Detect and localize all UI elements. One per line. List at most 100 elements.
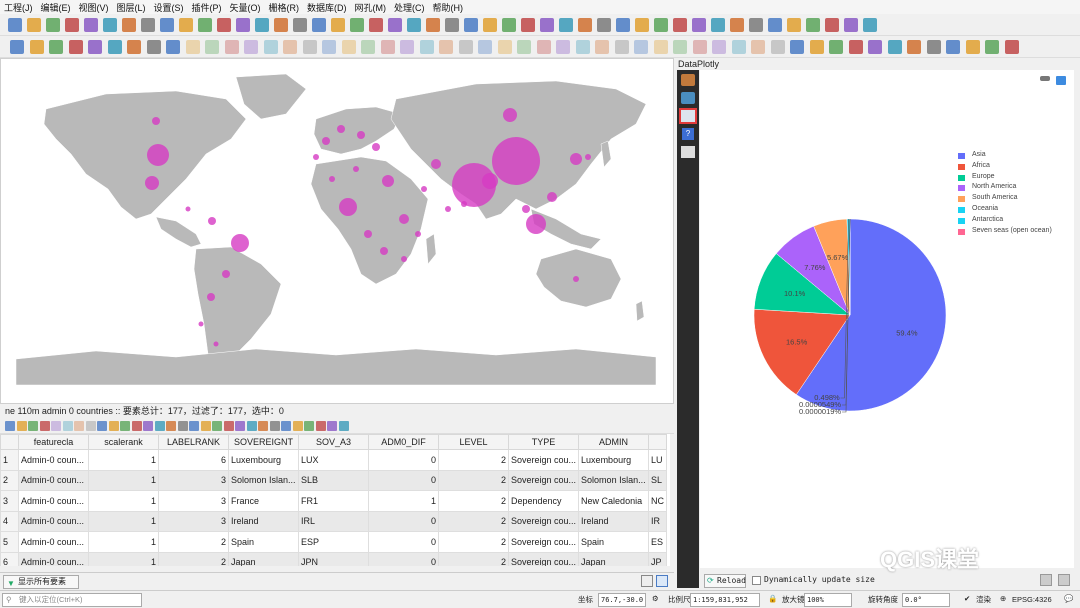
tb2-tool-icon[interactable]	[575, 40, 590, 54]
tb1-tool-icon[interactable]	[122, 18, 136, 32]
menu-item-1[interactable]: 编辑(E)	[41, 1, 71, 14]
table-cell[interactable]: Dependency	[507, 490, 580, 512]
tb1-tool-icon[interactable]	[711, 18, 725, 32]
tb2-tool-icon[interactable]	[10, 40, 24, 54]
row-index[interactable]: 5	[0, 531, 19, 553]
column-header[interactable]: featurecla	[18, 434, 89, 450]
table-cell[interactable]: 2	[158, 531, 229, 553]
coordinate-field[interactable]: 76.7,-30.0	[598, 593, 646, 607]
show-all-features-button[interactable]: ▼ 显示所有要素	[3, 575, 79, 589]
tb1-tool-icon[interactable]	[217, 18, 231, 32]
table-cell[interactable]: 2	[438, 510, 509, 532]
legend-swatch[interactable]	[958, 163, 965, 170]
table-cell[interactable]: SLB	[298, 469, 369, 491]
tb2-tool-icon[interactable]	[712, 40, 726, 54]
attribute-tool-icon[interactable]	[235, 421, 245, 431]
row-index[interactable]: 2	[0, 469, 19, 491]
tb2-tool-icon[interactable]	[341, 40, 356, 54]
dynamic-size-checkbox[interactable]	[752, 576, 761, 585]
attribute-tool-icon[interactable]	[177, 421, 188, 431]
tb2-tool-icon[interactable]	[790, 40, 804, 54]
table-cell[interactable]: FR1	[298, 490, 369, 512]
tb1-tool-icon[interactable]	[787, 18, 801, 32]
tb2-tool-icon[interactable]	[634, 40, 648, 54]
legend-label[interactable]: Seven seas (open ocean)	[972, 227, 1052, 234]
tb2-tool-icon[interactable]	[185, 40, 200, 54]
table-cell[interactable]: 1	[88, 490, 159, 512]
table-cell[interactable]: 2	[158, 551, 229, 566]
table-cell[interactable]: NC	[648, 490, 668, 512]
table-row[interactable]: 5 Admin-0 coun... 1 2 Spain ESP 0 2 Sovereign co…	[0, 531, 668, 553]
column-header[interactable]: scalerank	[88, 434, 159, 450]
tb2-tool-icon[interactable]	[1004, 40, 1019, 54]
row-index[interactable]: 4	[0, 510, 19, 532]
crs-icon[interactable]: ⊕	[1000, 594, 1006, 603]
table-cell[interactable]: 3	[158, 510, 229, 532]
form-view-button[interactable]	[641, 575, 653, 587]
tb2-tool-icon[interactable]	[322, 40, 336, 54]
menu-item-4[interactable]: 设置(S)	[154, 1, 184, 14]
table-cell[interactable]: LUX	[298, 449, 369, 471]
locator-search-input[interactable]: ⚲ 键入以定位(Ctrl+K)	[2, 593, 142, 607]
render-checkbox[interactable]: ✔	[964, 594, 970, 603]
column-header[interactable]	[648, 434, 668, 450]
map-canvas-panel[interactable]	[0, 58, 674, 404]
row-index[interactable]: 6	[0, 551, 19, 566]
menu-item-7[interactable]: 栅格(R)	[269, 1, 300, 14]
table-cell[interactable]: 0	[368, 510, 439, 532]
tb1-tool-icon[interactable]	[293, 18, 307, 32]
tb1-tool-icon[interactable]	[616, 18, 630, 32]
column-header[interactable]: SOVEREIGNT	[228, 434, 299, 450]
tb1-tool-icon[interactable]	[483, 18, 497, 32]
tb1-tool-icon[interactable]	[179, 18, 193, 32]
column-header[interactable]: SOV_A3	[298, 434, 369, 450]
tb2-tool-icon[interactable]	[751, 40, 765, 54]
tb2-tool-icon[interactable]	[29, 40, 44, 54]
attribute-tool-icon[interactable]	[5, 421, 15, 431]
tb2-tool-icon[interactable]	[595, 40, 609, 54]
table-cell[interactable]: Admin-0 coun...	[18, 490, 89, 512]
table-cell[interactable]: 2	[438, 449, 509, 471]
tb1-tool-icon[interactable]	[654, 18, 668, 32]
tb2-tool-icon[interactable]	[497, 40, 512, 54]
attribute-tool-icon[interactable]	[97, 421, 107, 431]
tb1-tool-icon[interactable]	[578, 18, 592, 32]
messages-icon[interactable]: 💬	[1064, 594, 1073, 603]
menu-item-0[interactable]: 工程(J)	[4, 1, 33, 14]
tb2-tool-icon[interactable]	[107, 40, 122, 54]
tb2-tool-icon[interactable]	[965, 40, 980, 54]
tb2-tool-icon[interactable]	[809, 40, 824, 54]
tb1-tool-icon[interactable]	[8, 18, 22, 32]
tb1-tool-icon[interactable]	[502, 18, 516, 32]
menu-item-6[interactable]: 矢量(O)	[230, 1, 261, 14]
tb1-tool-icon[interactable]	[160, 18, 174, 32]
layers-icon[interactable]	[681, 92, 695, 104]
tb2-tool-icon[interactable]	[907, 40, 921, 54]
table-cell[interactable]: Sovereign cou...	[507, 531, 580, 553]
legend-label[interactable]: Oceania	[972, 205, 998, 212]
tb2-tool-icon[interactable]	[283, 40, 297, 54]
attribute-table[interactable]: featurecla scalerank LABELRANK SOVEREIGNT SO…	[0, 434, 670, 566]
tb2-tool-icon[interactable]	[400, 40, 414, 54]
table-cell[interactable]: ES	[648, 531, 668, 553]
tb2-tool-icon[interactable]	[244, 40, 258, 54]
legend-label[interactable]: North America	[972, 183, 1016, 190]
tb2-tool-icon[interactable]	[887, 40, 902, 54]
table-cell[interactable]: 2	[438, 469, 509, 491]
column-header[interactable]: LEVEL	[438, 434, 509, 450]
tb2-tool-icon[interactable]	[478, 40, 492, 54]
legend-swatch[interactable]	[958, 185, 965, 192]
pie-chart[interactable]: 59.4% 16.5% 10.1% 7.76%5.67%	[700, 70, 1074, 568]
attribute-tool-icon[interactable]	[154, 421, 165, 431]
attribute-tool-icon[interactable]	[200, 421, 211, 431]
legend-label[interactable]: Africa	[972, 162, 990, 169]
attribute-tool-icon[interactable]	[327, 421, 337, 431]
tb1-tool-icon[interactable]	[312, 18, 326, 32]
table-cell[interactable]: IRL	[298, 510, 369, 532]
tb1-tool-icon[interactable]	[673, 18, 687, 32]
menu-item-2[interactable]: 视图(V)	[79, 1, 109, 14]
tb1-tool-icon[interactable]	[540, 18, 554, 32]
attribute-tool-icon[interactable]	[269, 421, 280, 431]
menu-item-3[interactable]: 图层(L)	[117, 1, 146, 14]
attribute-tool-icon[interactable]	[166, 421, 176, 431]
